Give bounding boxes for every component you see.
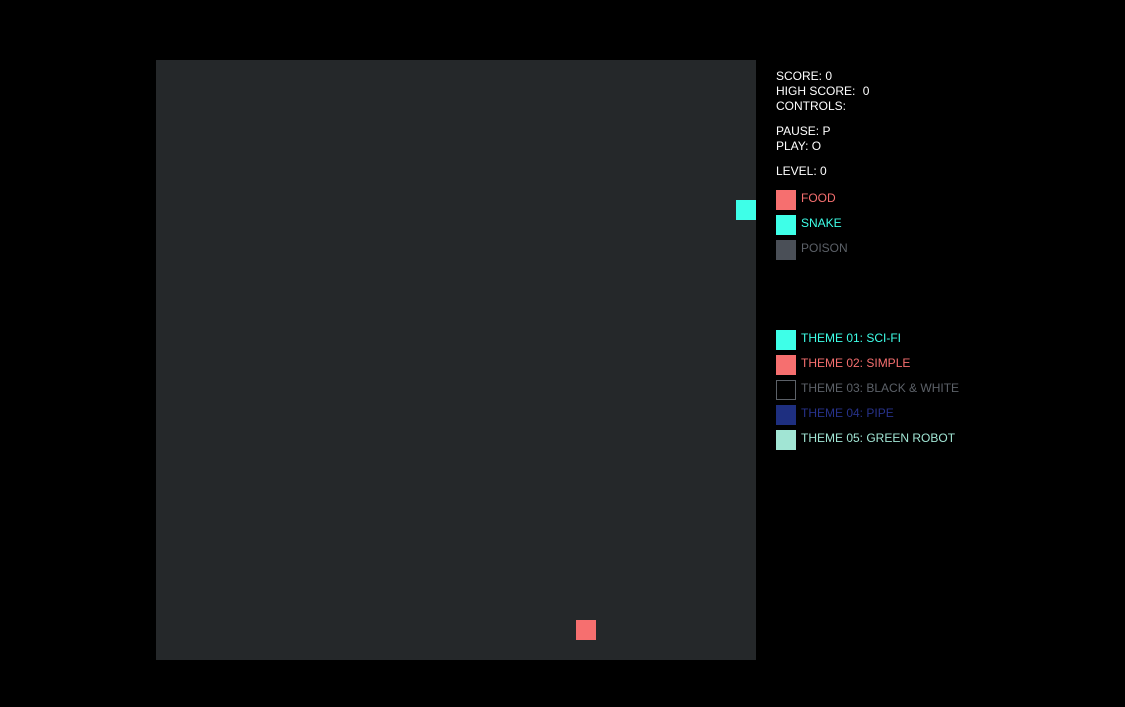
legend-label-poison: POISON: [801, 241, 848, 255]
theme-label: THEME 03: BLACK & WHITE: [801, 381, 960, 395]
theme-swatch-icon: [776, 380, 796, 400]
poison-swatch-icon: [776, 240, 796, 260]
level-row: LEVEL: 0: [776, 164, 869, 179]
high-score-label: HIGH SCORE:: [776, 84, 856, 98]
theme-swatch-icon: [776, 330, 796, 350]
high-score-value: 0: [862, 84, 870, 98]
controls-label: CONTROLS:: [776, 99, 847, 113]
theme-label: THEME 04: PIPE: [801, 406, 894, 420]
hud-panel: SCORE: 0 HIGH SCORE: 0 CONTROLS: PAUSE: …: [776, 69, 869, 179]
snake-swatch-icon: [776, 215, 796, 235]
level-value: 0: [820, 164, 827, 178]
legend-label-food: FOOD: [801, 191, 836, 205]
theme-label: THEME 02: SIMPLE: [801, 356, 911, 370]
theme-swatch-icon: [776, 355, 796, 375]
snake-segment: [736, 200, 756, 220]
food-swatch-icon: [776, 190, 796, 210]
theme-label: THEME 05: GREEN ROBOT: [801, 431, 956, 445]
theme-swatch-icon: [776, 405, 796, 425]
score-row: SCORE: 0: [776, 69, 869, 84]
theme-swatch-icon: [776, 430, 796, 450]
high-score-row: HIGH SCORE: 0: [776, 84, 869, 99]
theme-label: THEME 01: SCI-FI: [801, 331, 902, 345]
food-item: [576, 620, 596, 640]
legend-label-snake: SNAKE: [801, 216, 842, 230]
level-label: LEVEL:: [776, 164, 817, 178]
score-value: 0: [825, 69, 833, 83]
game-board[interactable]: [156, 60, 756, 660]
play-control: PLAY: O: [776, 139, 822, 153]
pause-control: PAUSE: P: [776, 124, 831, 138]
score-label: SCORE:: [776, 69, 823, 83]
